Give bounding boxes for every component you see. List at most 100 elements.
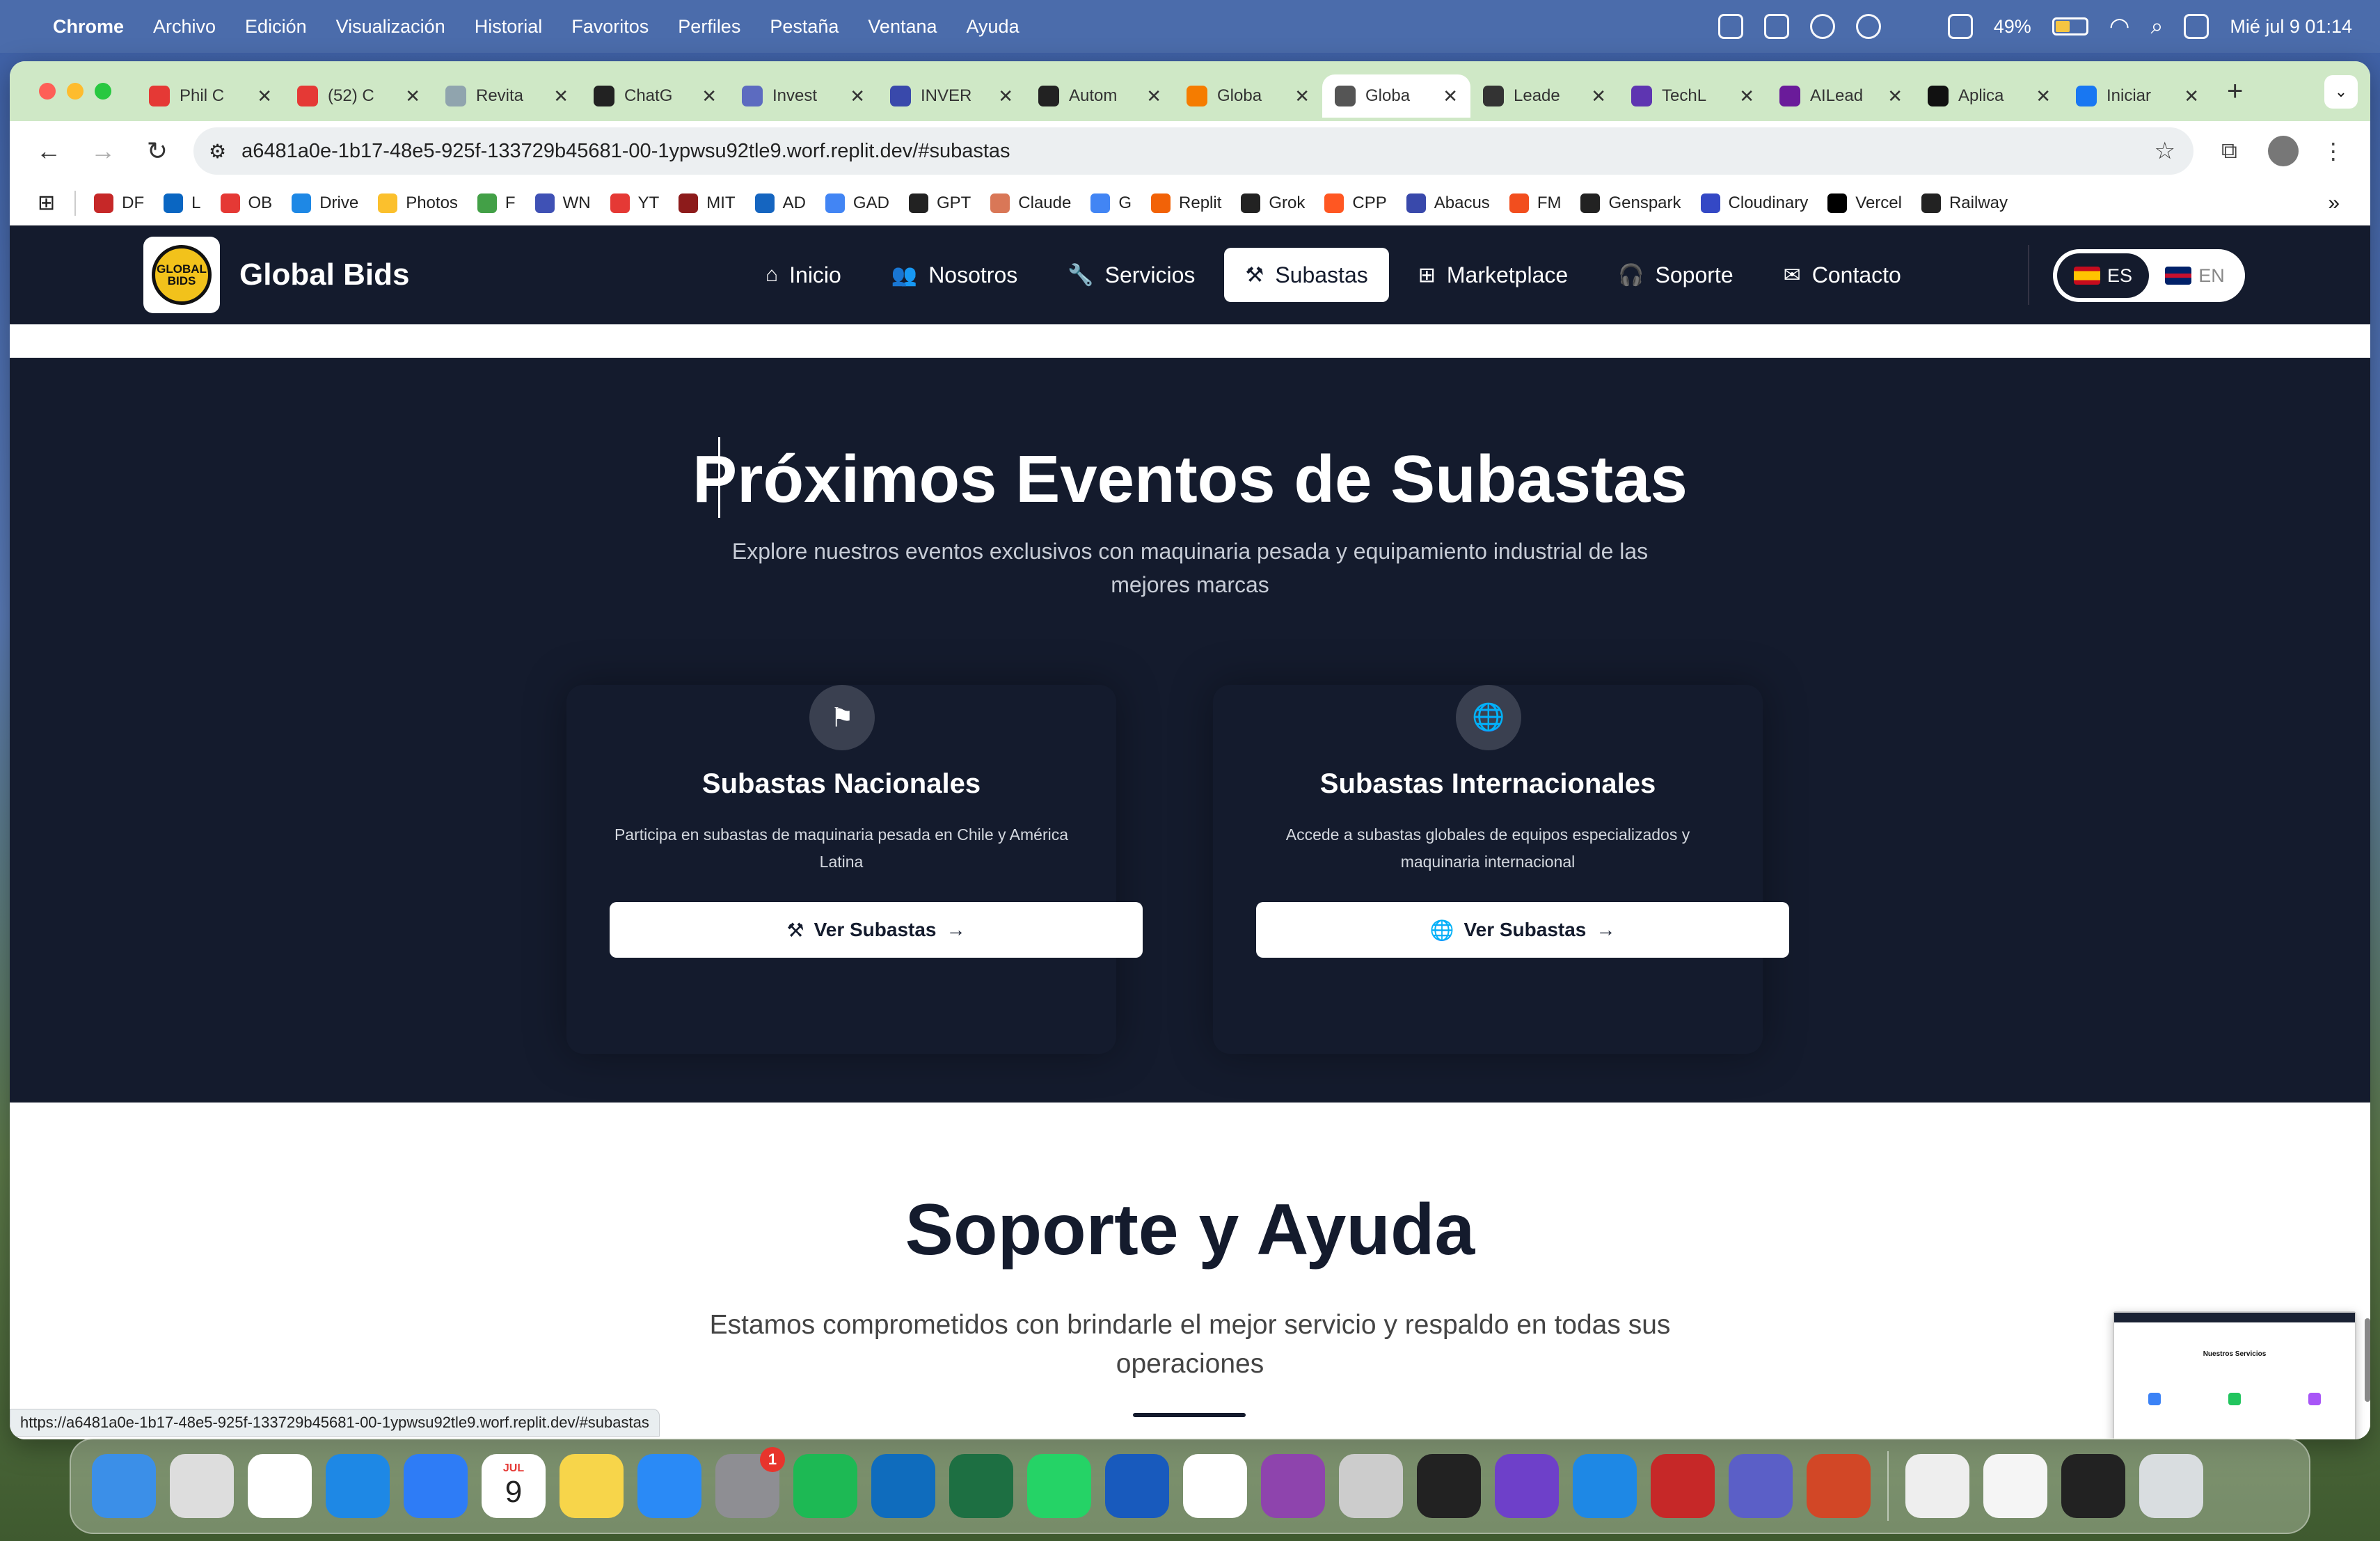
browser-tab[interactable]: Invest ✕ (729, 74, 878, 118)
mute-icon[interactable] (1855, 14, 1881, 39)
nav-link-nosotros[interactable]: 👥 Nosotros (871, 248, 1038, 302)
bookmark-item[interactable]: AD (754, 193, 806, 213)
keynote-app-icon[interactable] (637, 1454, 701, 1518)
chrome-app-icon[interactable] (248, 1454, 312, 1518)
nav-link-marketplace[interactable]: ⊞ Marketplace (1397, 248, 1589, 302)
tasks-app-app-icon[interactable] (1417, 1454, 1481, 1518)
bookmark-item[interactable]: Abacus (1406, 193, 1490, 213)
menubar-clock[interactable]: Mié jul 9 01:14 (2230, 16, 2352, 38)
bookmark-item[interactable]: Railway (1921, 193, 2008, 213)
menu-favoritos[interactable]: Favoritos (571, 16, 649, 38)
tab-close-icon[interactable]: ✕ (1294, 86, 1310, 107)
menu-app-name[interactable]: Chrome (53, 16, 124, 38)
ver-subastas-nacionales-button[interactable]: ⚒ Ver Subastas → (610, 902, 1143, 958)
tab-close-icon[interactable]: ✕ (998, 86, 1013, 107)
spotlight-search-icon[interactable]: ⌕ (2150, 13, 2163, 40)
bookmark-item[interactable]: Vercel (1827, 193, 1902, 213)
calendar-31-app-icon[interactable] (1183, 1454, 1247, 1518)
bookmark-item[interactable]: Grok (1241, 193, 1305, 213)
bookmark-item[interactable]: MIT (679, 193, 736, 213)
powerpoint-app-icon[interactable] (1807, 1454, 1871, 1518)
browser-tab[interactable]: (52) C ✕ (285, 74, 433, 118)
browser-tab[interactable]: Globa ✕ (1174, 74, 1322, 118)
tab-close-icon[interactable]: ✕ (2184, 86, 2199, 107)
recent-window-icon[interactable] (2061, 1454, 2125, 1518)
tab-close-icon[interactable]: ✕ (701, 86, 717, 107)
zoom-window-button[interactable] (95, 83, 111, 100)
page-scrollbar[interactable] (2365, 1318, 2370, 1402)
vscode-app-icon[interactable] (1573, 1454, 1637, 1518)
trash-icon[interactable] (2139, 1454, 2203, 1518)
screenshot-thumbnail[interactable]: Nuestros Servicios (2113, 1311, 2356, 1439)
teams-app-icon[interactable] (1729, 1454, 1793, 1518)
extensions-puzzle-icon[interactable]: ⧉ (2221, 138, 2237, 164)
bookmark-item[interactable]: F (477, 193, 516, 213)
notes-app-icon[interactable] (560, 1454, 624, 1518)
browser-tab[interactable]: Phil C ✕ (136, 74, 285, 118)
lang-es-option[interactable]: ES (2057, 253, 2149, 298)
browser-tab[interactable]: Leade ✕ (1470, 74, 1619, 118)
tab-close-icon[interactable]: ✕ (1591, 86, 1606, 107)
menu-visualizacion[interactable]: Visualización (336, 16, 445, 38)
menu-historial[interactable]: Historial (475, 16, 543, 38)
bookmark-item[interactable]: FM (1509, 193, 1561, 213)
safari-app-icon[interactable] (326, 1454, 390, 1518)
tab-close-icon[interactable]: ✕ (1443, 86, 1458, 107)
bookmark-item[interactable]: OB (220, 193, 272, 213)
chrome-menu-icon[interactable]: ⋮ (2322, 138, 2345, 164)
outlook-app-icon[interactable] (871, 1454, 935, 1518)
bookmark-item[interactable]: Claude (990, 193, 1071, 213)
back-arrow-icon[interactable]: ← (33, 136, 64, 166)
bookmark-item[interactable]: YT (610, 193, 659, 213)
wifi-icon[interactable]: ◠ (2109, 13, 2130, 40)
site-logo[interactable]: GLOBAL BIDS (143, 237, 220, 313)
ver-subastas-internacionales-button[interactable]: 🌐 Ver Subastas → (1256, 902, 1789, 958)
address-url[interactable]: a6481a0e-1b17-48e5-925f-133729b45681-00-… (241, 140, 1010, 163)
launchpad-app-icon[interactable] (170, 1454, 234, 1518)
bookmark-item[interactable]: Cloudinary (1700, 193, 1808, 213)
tab-close-icon[interactable]: ✕ (1887, 86, 1903, 107)
lang-en-option[interactable]: EN (2149, 253, 2241, 298)
menu-ayuda[interactable]: Ayuda (967, 16, 1020, 38)
language-switcher[interactable]: ES EN (2053, 249, 2245, 302)
tab-close-icon[interactable]: ✕ (2036, 86, 2051, 107)
minimize-window-button[interactable] (67, 83, 84, 100)
tab-close-icon[interactable]: ✕ (257, 86, 272, 107)
mail-app-icon[interactable] (404, 1454, 468, 1518)
profile-avatar[interactable] (2267, 136, 2299, 166)
bookmark-star-icon[interactable]: ☆ (2155, 137, 2175, 165)
menu-edicion[interactable]: Edición (245, 16, 307, 38)
circle-app-app-icon[interactable] (1261, 1454, 1325, 1518)
display-icon[interactable] (1947, 14, 1973, 39)
bookmark-item[interactable]: GAD (825, 193, 889, 213)
close-window-button[interactable] (39, 83, 56, 100)
tab-close-icon[interactable]: ✕ (1739, 86, 1754, 107)
acrobat-app-icon[interactable] (1651, 1454, 1715, 1518)
bookmark-item[interactable]: WN (534, 193, 591, 213)
calendar-app-icon[interactable]: JUL 9 (482, 1454, 546, 1518)
iphone-mirroring-app-icon[interactable] (1339, 1454, 1403, 1518)
tab-close-icon[interactable]: ✕ (1146, 86, 1161, 107)
apps-grid-icon[interactable]: ⊞ (38, 191, 55, 215)
browser-tab[interactable]: TechL ✕ (1619, 74, 1767, 118)
bookmark-item[interactable]: L (164, 193, 201, 213)
excel-app-icon[interactable] (949, 1454, 1013, 1518)
nav-link-soporte[interactable]: 🎧 Soporte (1597, 248, 1754, 302)
browser-tab[interactable]: Aplica ✕ (1915, 74, 2063, 118)
new-tab-button[interactable]: + (2227, 76, 2243, 107)
settings-app-icon[interactable]: 1 (715, 1447, 785, 1518)
tab-close-icon[interactable]: ✕ (405, 86, 420, 107)
bookmark-item[interactable]: Photos (378, 193, 458, 213)
browser-tab[interactable]: Globa ✕ (1322, 74, 1470, 118)
tab-search-chevron-icon[interactable]: ⌄ (2324, 75, 2358, 109)
bookmarks-overflow-icon[interactable]: » (2328, 191, 2340, 215)
brand-name[interactable]: Global Bids (239, 258, 409, 292)
menu-ventana[interactable]: Ventana (868, 16, 937, 38)
nav-link-contacto[interactable]: ✉ Contacto (1763, 248, 1922, 302)
recent-document-icon[interactable] (1983, 1454, 2047, 1518)
bookmark-item[interactable]: Genspark (1580, 193, 1681, 213)
bookmark-item[interactable]: Replit (1151, 193, 1221, 213)
menu-pestana[interactable]: Pestaña (770, 16, 839, 38)
bookmark-item[interactable]: G (1090, 193, 1132, 213)
browser-tab[interactable]: Iniciar ✕ (2063, 74, 2212, 118)
